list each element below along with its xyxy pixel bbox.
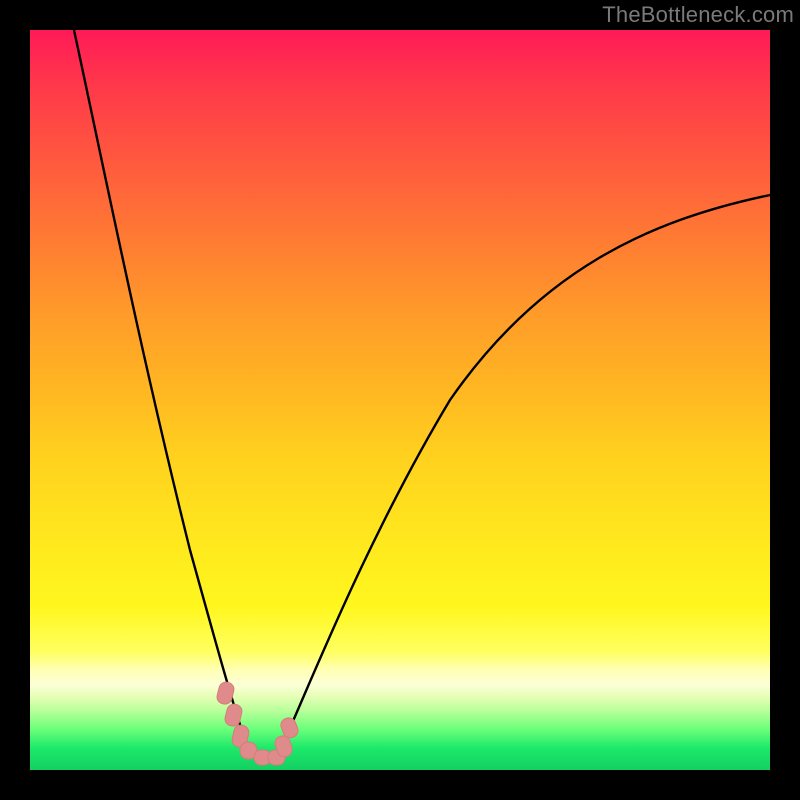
marker-group bbox=[216, 681, 301, 765]
bottleneck-curve-svg bbox=[30, 30, 770, 770]
curve-left-branch bbox=[74, 30, 246, 743]
plot-area bbox=[30, 30, 770, 770]
curve-right-branch bbox=[276, 195, 770, 759]
watermark-text: TheBottleneck.com bbox=[602, 2, 794, 28]
chart-frame: TheBottleneck.com bbox=[0, 0, 800, 800]
